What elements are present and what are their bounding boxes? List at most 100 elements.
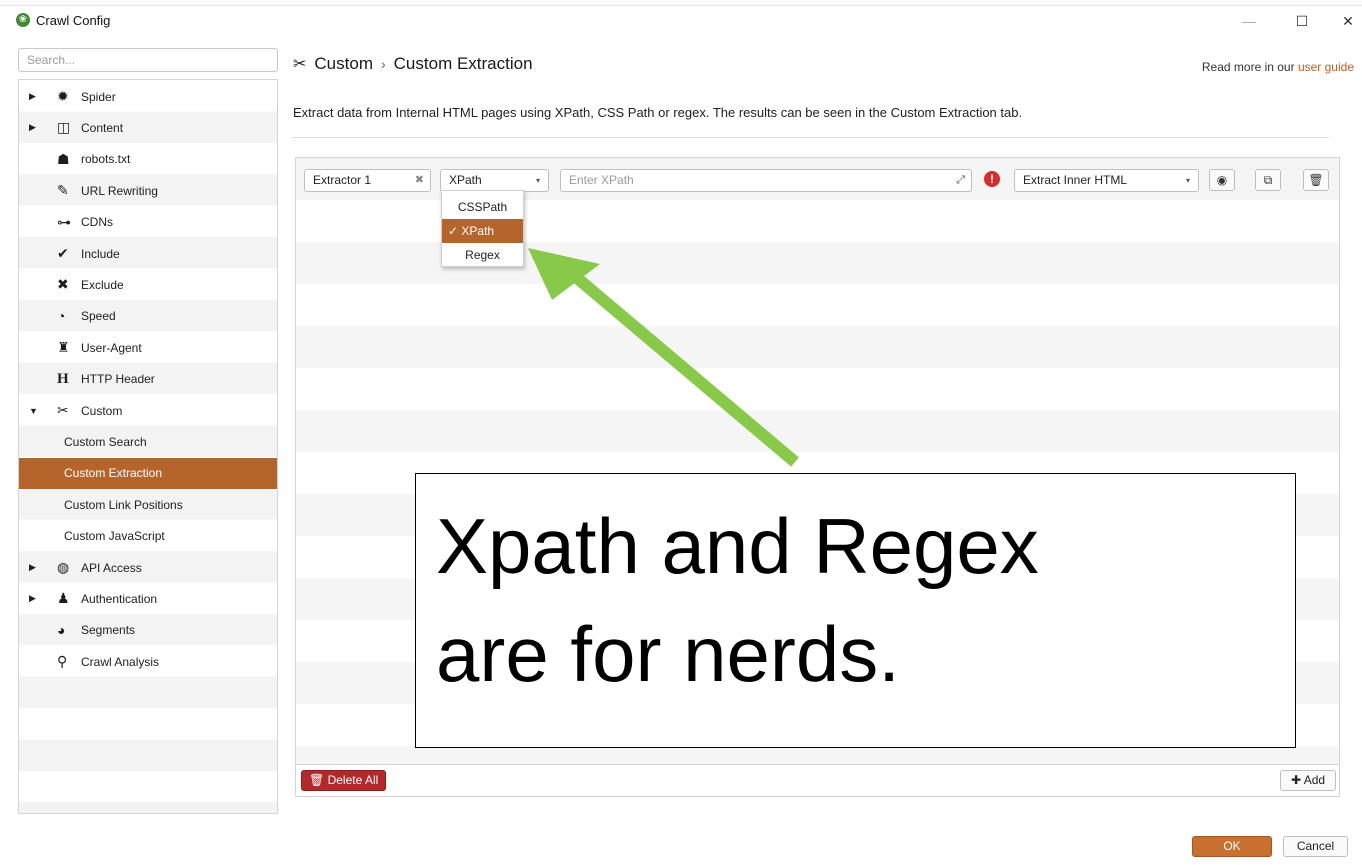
extractor-name-field[interactable]: Extractor 1 ✖	[304, 169, 431, 192]
sidebar-item-custom-extraction[interactable]: Custom Extraction	[19, 457, 277, 489]
pie-chart-icon: ◕	[57, 622, 66, 639]
sidebar-item-label: robots.txt	[81, 152, 131, 167]
add-label: Add	[1303, 773, 1326, 787]
sidebar-item-user-agent[interactable]: ♜ User-Agent	[19, 332, 277, 363]
window-title: Crawl Config	[36, 13, 111, 28]
sidebar-item-spider[interactable]: ▶ ✹ Spider	[19, 81, 277, 112]
sidebar-item-label: Exclude	[81, 277, 124, 292]
sidebar-item-segments[interactable]: ◕ Segments	[19, 615, 277, 646]
extractor-type-dropdown: CSSPath ✓ XPath Regex	[441, 190, 524, 267]
breadcrumb-root[interactable]: Custom	[314, 54, 373, 74]
chevron-down-icon: ▾	[1185, 176, 1190, 185]
extract-mode-select[interactable]: Extract Inner HTML ▾	[1014, 169, 1199, 192]
user-guide-link[interactable]: user guide	[1298, 60, 1354, 74]
tools-icon: ✂	[293, 56, 307, 73]
sidebar-item-label: Custom Extraction	[64, 466, 163, 481]
sidebar-item-label: API Access	[81, 560, 142, 575]
caret-right-icon[interactable]: ▶	[29, 562, 45, 573]
gear-icon: ✹	[57, 88, 69, 104]
caret-down-icon[interactable]: ▼	[29, 406, 45, 416]
sidebar-item-include[interactable]: ✔ Include	[19, 238, 277, 269]
sidebar-item-crawl-analysis[interactable]: ⚲ Crawl Analysis	[19, 646, 277, 677]
expand-icon[interactable]: ⤢	[956, 170, 965, 191]
sidebar-item-label: HTTP Header	[81, 372, 155, 387]
sidebar-item-speed[interactable]: ◔ Speed	[19, 301, 277, 332]
breadcrumb-page: Custom Extraction	[393, 54, 533, 73]
caret-right-icon[interactable]: ▶	[29, 593, 45, 604]
option-regex[interactable]: Regex	[442, 243, 523, 267]
sidebar-item-authentication[interactable]: ▶ ♟ Authentication	[19, 583, 277, 614]
robot-icon: ☗	[57, 150, 70, 167]
sidebar-item-url-rewriting[interactable]: ✎ URL Rewriting	[19, 175, 277, 206]
option-xpath-label: XPath	[461, 224, 495, 238]
search-icon: ⚲	[57, 653, 68, 670]
sidebar-item-cdns[interactable]: ⊶ CDNs	[19, 207, 277, 238]
add-button[interactable]: ✚ Add	[1280, 770, 1336, 791]
user-secret-icon: ♜	[57, 339, 70, 356]
extractor-type-value: XPath	[449, 173, 482, 187]
sidebar-item-custom-javascript[interactable]: Custom JavaScript	[19, 521, 277, 552]
page-description: Extract data from Internal HTML pages us…	[293, 105, 1023, 120]
maximize-button[interactable]: ☐	[1279, 8, 1325, 34]
sidebar-item-robots-txt[interactable]: ☗ robots.txt	[19, 144, 277, 175]
trash-icon: 🗑	[309, 773, 325, 787]
close-button[interactable]: ✕	[1325, 8, 1362, 34]
header-icon: H	[57, 370, 69, 387]
sidebar-item-label: Custom Link Positions	[64, 497, 183, 512]
ok-button[interactable]: OK	[1192, 836, 1272, 857]
checkmark-icon: ✓	[448, 224, 459, 238]
sidebar-item-exclude[interactable]: ✖ Exclude	[19, 269, 277, 300]
config-tree: ▶ ✹ Spider ▶ ◫ Content ☗ robots.txt ✎ URL Rewriti…	[18, 79, 278, 814]
globe-icon: ◍	[57, 559, 70, 575]
sidebar-item-custom-search[interactable]: Custom Search	[19, 426, 277, 457]
caret-right-icon[interactable]: ▶	[29, 122, 45, 133]
sidebar-item-label: Include	[81, 246, 120, 261]
sidebar-item-label: Custom Search	[64, 434, 147, 449]
expression-input[interactable]: Enter XPath ⤢	[560, 169, 972, 192]
tools-icon: ✂	[57, 402, 69, 418]
test-globe-button[interactable]: ◉	[1209, 169, 1235, 191]
duplicate-button[interactable]: ⧉	[1255, 169, 1281, 191]
extractor-name-value: Extractor 1	[313, 173, 372, 187]
sitemap-icon: ⊶	[57, 213, 71, 230]
clear-name-icon[interactable]: ✖	[415, 170, 424, 191]
option-csspath[interactable]: CSSPath	[442, 195, 523, 219]
plus-icon: ✚	[1290, 773, 1302, 787]
breadcrumb: ✂ Custom › Custom Extraction	[293, 54, 533, 74]
minimize-button[interactable]: —	[1226, 8, 1272, 34]
read-more-prefix: Read more in our	[1201, 60, 1295, 74]
option-xpath[interactable]: ✓ XPath	[442, 219, 523, 243]
delete-row-button[interactable]: 🗑	[1303, 169, 1329, 191]
sidebar-item-label: URL Rewriting	[81, 183, 158, 198]
sidebar-item-label: Custom JavaScript	[64, 529, 165, 544]
divider	[293, 137, 1329, 138]
chevron-down-icon: ▾	[535, 176, 540, 185]
sidebar-item-custom-link-positions[interactable]: Custom Link Positions	[19, 489, 277, 520]
delete-all-label: Delete All	[327, 773, 379, 787]
extractor-type-select[interactable]: XPath ▾	[440, 169, 549, 192]
columns-icon: ◫	[57, 119, 71, 136]
sidebar: ▶ ✹ Spider ▶ ◫ Content ☗ robots.txt ✎ URL Rewriti…	[18, 48, 278, 814]
sidebar-item-label: Custom	[81, 403, 123, 418]
sidebar-item-http-header[interactable]: H HTTP Header	[19, 364, 277, 395]
search-input[interactable]	[18, 48, 278, 72]
app-logo-icon: ❀	[16, 13, 30, 27]
sidebar-item-content[interactable]: ▶ ◫ Content	[19, 112, 277, 143]
annotation-callout: Xpath and Regex are for nerds.	[415, 473, 1296, 748]
user-lock-icon: ♟	[57, 590, 70, 607]
sidebar-item-custom[interactable]: ▼ ✂ Custom	[19, 395, 277, 426]
sidebar-item-label: CDNs	[81, 215, 113, 230]
window-titlebar: ❀ Crawl Config — ☐ ✕	[0, 0, 1362, 40]
read-more-text: Read more in our user guide	[1202, 60, 1354, 74]
caret-right-icon[interactable]: ▶	[29, 91, 45, 102]
sidebar-item-label: Spider	[81, 89, 116, 104]
sidebar-item-label: User-Agent	[81, 340, 142, 355]
breadcrumb-separator: ›	[380, 56, 386, 72]
cancel-button[interactable]: Cancel	[1283, 836, 1348, 857]
error-icon: !	[984, 171, 1000, 187]
sidebar-item-api-access[interactable]: ▶ ◍ API Access	[19, 552, 277, 583]
extract-mode-value: Extract Inner HTML	[1023, 173, 1128, 187]
callout-text: Xpath and Regex are for nerds.	[436, 502, 1039, 698]
delete-all-button[interactable]: 🗑 Delete All	[301, 770, 387, 791]
sidebar-item-label: Crawl Analysis	[81, 654, 160, 669]
